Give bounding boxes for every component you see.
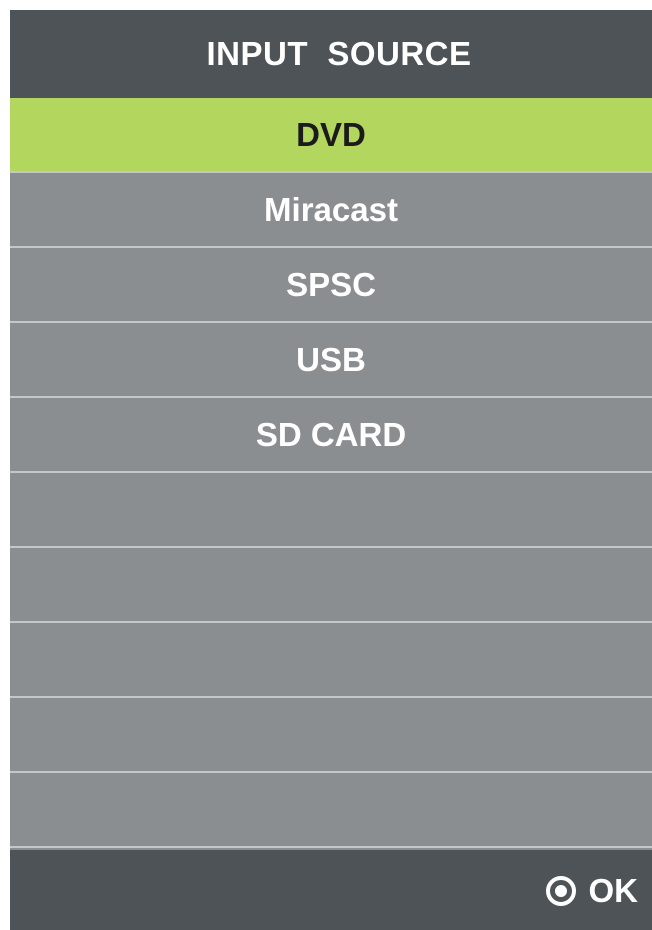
source-item-sd-card[interactable]: SD CARD <box>10 398 652 473</box>
menu-footer: OK <box>10 850 652 930</box>
source-item-dvd[interactable]: DVD <box>10 98 652 173</box>
empty-slot <box>10 473 652 548</box>
empty-slot <box>10 773 652 848</box>
empty-slot <box>10 623 652 698</box>
empty-slot <box>10 698 652 773</box>
source-item-spsc[interactable]: SPSC <box>10 248 652 323</box>
source-item-miracast[interactable]: Miracast <box>10 173 652 248</box>
menu-title: INPUT SOURCE <box>10 10 652 98</box>
ok-label: OK <box>588 872 639 909</box>
source-item-label: DVD <box>296 115 366 153</box>
source-item-label: USB <box>296 340 366 378</box>
circle-dot-icon <box>545 875 577 907</box>
source-item-label: SPSC <box>286 265 376 303</box>
source-item-label: SD CARD <box>255 415 407 453</box>
input-source-menu: INPUT SOURCE DVD Miracast SPSC USB SD CA… <box>10 10 652 930</box>
source-item-label: Miracast <box>264 190 398 228</box>
source-item-usb[interactable]: USB <box>10 323 652 398</box>
empty-slot <box>10 548 652 623</box>
ok-button[interactable]: OK <box>545 871 639 911</box>
source-list: DVD Miracast SPSC USB SD CARD <box>10 98 652 850</box>
